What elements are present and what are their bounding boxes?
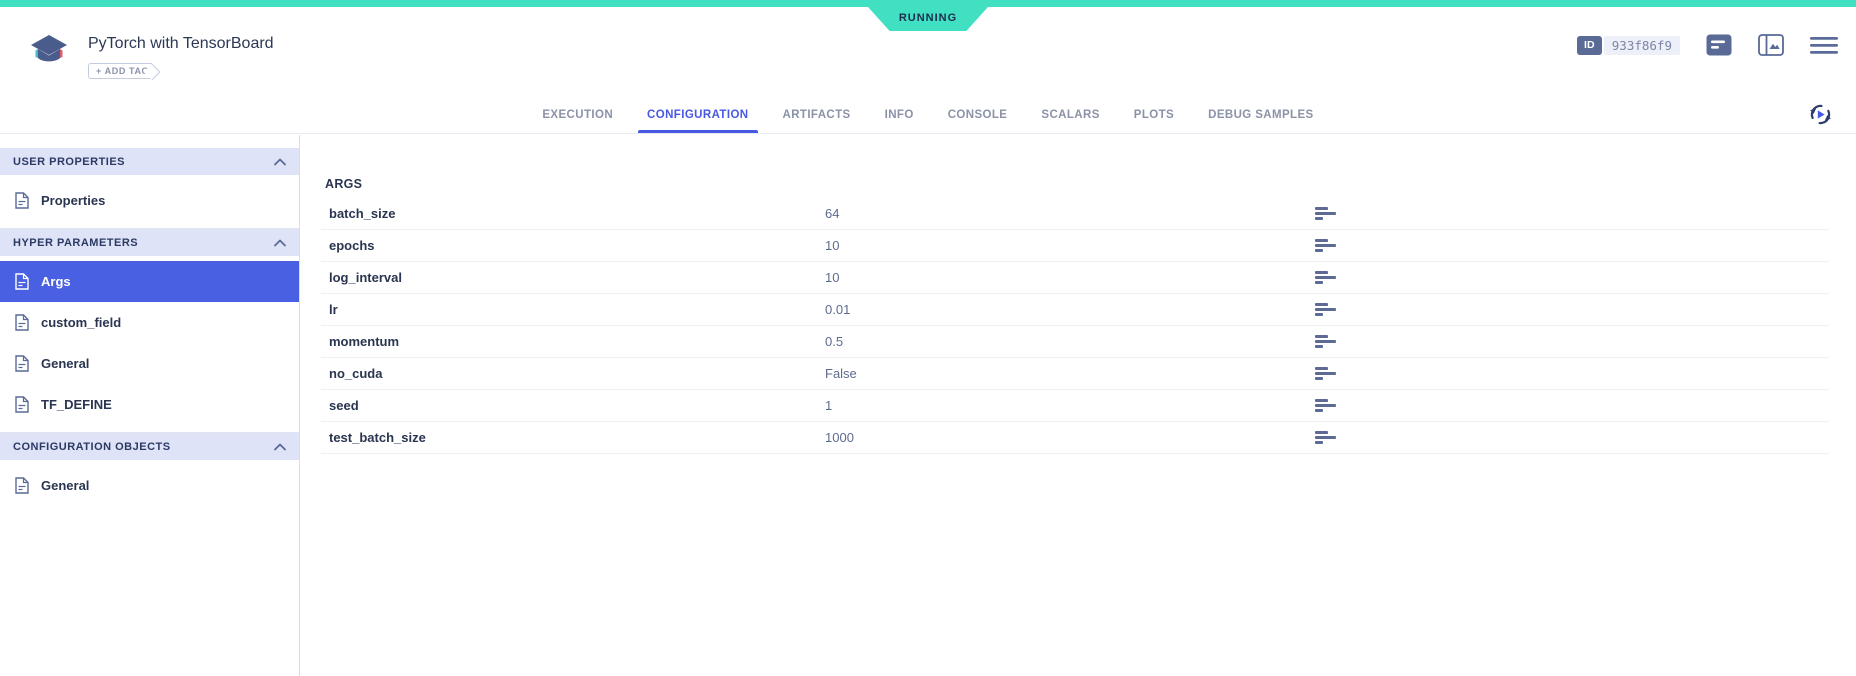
align-left-icon	[1315, 271, 1337, 284]
content-body: USER PROPERTIES Properties HYPER PARAMET…	[0, 135, 1856, 676]
align-left-icon	[1315, 207, 1337, 220]
document-icon	[15, 355, 29, 372]
sidebar-item-general[interactable]: General	[0, 343, 299, 384]
param-table: batch_size 64 epochs 10 log_interval 10 …	[321, 198, 1829, 454]
experiment-id: 933f86f9	[1603, 35, 1680, 55]
tab-configuration[interactable]: CONFIGURATION	[638, 97, 758, 133]
param-name: log_interval	[329, 270, 402, 285]
section-title: HYPER PARAMETERS	[13, 236, 139, 249]
param-name: no_cuda	[329, 366, 383, 381]
align-left-icon	[1315, 431, 1337, 444]
auto-refresh-icon[interactable]	[1807, 101, 1834, 128]
align-left-icon	[1315, 367, 1337, 380]
status-bar	[0, 0, 1856, 7]
configuration-panel: ARGS batch_size 64 epochs 10 log_interva…	[300, 135, 1856, 676]
experiment-title: PyTorch with TensorBoard	[88, 35, 274, 52]
param-row[interactable]: no_cuda False	[321, 358, 1829, 390]
param-value: 1000	[825, 430, 854, 445]
section-items: Properties	[0, 175, 299, 225]
tab-console[interactable]: CONSOLE	[948, 97, 1008, 133]
param-value: 1	[825, 398, 833, 413]
document-icon	[15, 477, 29, 494]
chevron-up-icon[interactable]	[274, 239, 286, 247]
param-row[interactable]: log_interval 10	[321, 262, 1829, 294]
document-icon	[15, 314, 29, 331]
sidebar-section-hyper-parameters: HYPER PARAMETERS Args custom_field Gener…	[0, 228, 299, 429]
status-label: RUNNING	[898, 11, 958, 24]
add-tag-button[interactable]: + ADD TAG	[88, 63, 153, 79]
menu-icon[interactable]	[1810, 35, 1838, 56]
sidebar: USER PROPERTIES Properties HYPER PARAMET…	[0, 135, 300, 676]
section-header-configuration-objects[interactable]: CONFIGURATION OBJECTS	[0, 433, 299, 460]
tab-info[interactable]: INFO	[885, 97, 914, 133]
param-value: 64	[825, 206, 840, 221]
section-title-args: ARGS	[325, 177, 363, 191]
tab-scalars[interactable]: SCALARS	[1041, 97, 1099, 133]
param-value: 10	[825, 270, 840, 285]
param-row[interactable]: epochs 10	[321, 230, 1829, 262]
param-name: lr	[329, 302, 338, 317]
align-left-icon	[1315, 303, 1337, 316]
tab-plots[interactable]: PLOTS	[1134, 97, 1174, 133]
section-title: CONFIGURATION OBJECTS	[13, 440, 171, 453]
sidebar-item-label: General	[41, 478, 90, 493]
param-row[interactable]: lr 0.01	[321, 294, 1829, 326]
param-row[interactable]: momentum 0.5	[321, 326, 1829, 358]
param-value: 0.01	[825, 302, 851, 317]
param-value: False	[825, 366, 857, 381]
id-label: ID	[1576, 35, 1602, 55]
sidebar-item-label: General	[41, 356, 90, 371]
param-row[interactable]: seed 1	[321, 390, 1829, 422]
sidebar-item-tf-define[interactable]: TF_DEFINE	[0, 384, 299, 425]
sidebar-item-label: Properties	[41, 193, 106, 208]
tab-artifacts[interactable]: ARTIFACTS	[783, 97, 851, 133]
experiment-page: RUNNING PyTorch with TensorBoard + ADD T…	[0, 0, 1856, 676]
title-block: PyTorch with TensorBoard + ADD TAG	[88, 35, 274, 79]
param-name: epochs	[329, 238, 375, 253]
experiment-type-icon	[31, 35, 67, 62]
param-name: seed	[329, 398, 359, 413]
align-left-icon	[1315, 399, 1337, 412]
preview-panel-icon[interactable]	[1758, 34, 1784, 56]
section-header-hyper-parameters[interactable]: HYPER PARAMETERS	[0, 229, 299, 256]
sidebar-item-args[interactable]: Args	[0, 261, 299, 302]
section-header-user-properties[interactable]: USER PROPERTIES	[0, 148, 299, 175]
sidebar-section-configuration-objects: CONFIGURATION OBJECTS General	[0, 432, 299, 510]
param-name: test_batch_size	[329, 430, 426, 445]
document-icon	[15, 273, 29, 290]
header-actions: ID 933f86f9	[1576, 34, 1838, 56]
sidebar-item-label: TF_DEFINE	[41, 397, 112, 412]
param-value: 10	[825, 238, 840, 253]
document-icon	[15, 396, 29, 413]
sidebar-item-label: Args	[41, 274, 71, 289]
chevron-up-icon[interactable]	[274, 443, 286, 451]
chevron-up-icon[interactable]	[274, 158, 286, 166]
align-left-icon	[1315, 239, 1337, 252]
tab-bar: EXECUTION CONFIGURATION ARTIFACTS INFO C…	[0, 97, 1856, 133]
sidebar-item-label: custom_field	[41, 315, 122, 330]
param-value: 0.5	[825, 334, 844, 349]
section-title: USER PROPERTIES	[13, 155, 126, 168]
document-icon	[15, 192, 29, 209]
align-left-icon	[1315, 335, 1337, 348]
details-panel-icon[interactable]	[1706, 34, 1732, 56]
sidebar-item-custom-field[interactable]: custom_field	[0, 302, 299, 343]
sidebar-item-properties[interactable]: Properties	[0, 180, 299, 221]
param-name: momentum	[329, 334, 400, 349]
tab-execution[interactable]: EXECUTION	[542, 97, 613, 133]
sidebar-item-general-config[interactable]: General	[0, 465, 299, 506]
sidebar-section-user-properties: USER PROPERTIES Properties	[0, 148, 299, 225]
param-row[interactable]: test_batch_size 1000	[321, 422, 1829, 454]
section-items: Args custom_field General TF_DEFINE	[0, 256, 299, 429]
param-name: batch_size	[329, 206, 396, 221]
section-items: General	[0, 460, 299, 510]
param-row[interactable]: batch_size 64	[321, 198, 1829, 230]
tab-debug-samples[interactable]: DEBUG SAMPLES	[1208, 97, 1314, 133]
